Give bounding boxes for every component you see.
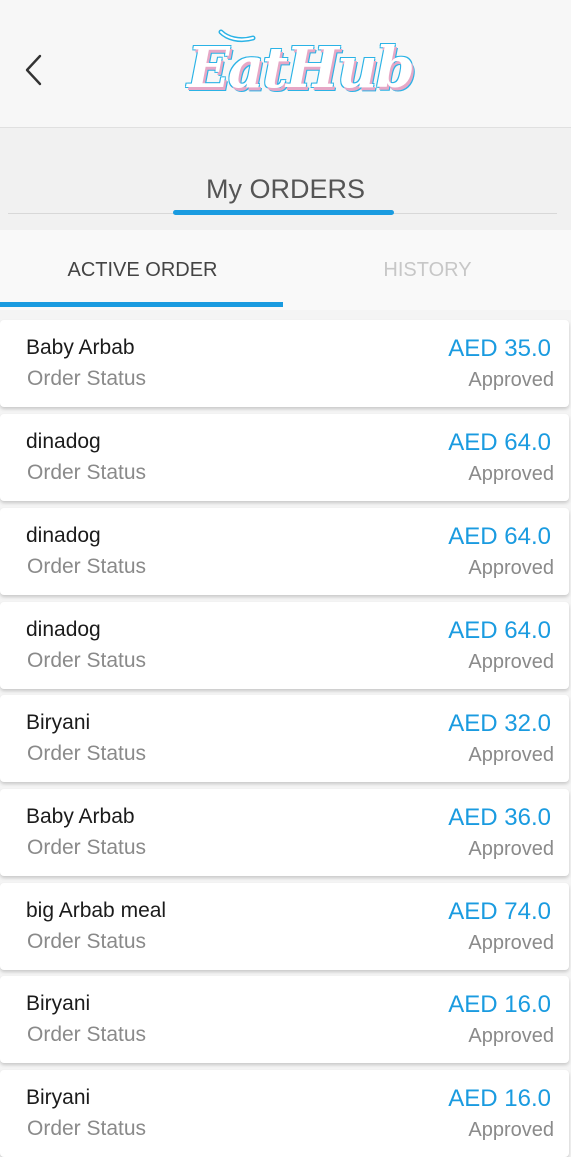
order-status-label: Order Status: [27, 461, 147, 484]
logo-text: EatHub: [187, 35, 415, 101]
order-card[interactable]: Baby Arbab Order Status AED 35.0 Approve…: [0, 320, 569, 407]
order-price: AED 74.0: [448, 898, 551, 925]
order-card[interactable]: dinadog Order Status AED 64.0 Approved: [0, 602, 569, 689]
order-item-name: big Arbab meal: [26, 899, 167, 922]
order-status-label: Order Status: [27, 742, 147, 765]
title-underline: [173, 210, 394, 215]
page-title: My ORDERS: [205, 174, 365, 204]
order-status-value: Approved: [468, 369, 554, 391]
order-status-value: Approved: [468, 463, 554, 485]
order-price: AED 64.0: [448, 617, 551, 644]
order-status-label: Order Status: [27, 836, 147, 859]
order-price: AED 16.0: [448, 1085, 551, 1112]
order-card[interactable]: Baby Arbab Order Status AED 36.0 Approve…: [0, 789, 569, 876]
tab-history[interactable]: HISTORY: [285, 230, 570, 310]
section-header: My ORDERS: [0, 128, 571, 230]
order-status-label: Order Status: [27, 649, 147, 672]
order-item-name: dinadog: [26, 618, 101, 641]
order-price: AED 64.0: [448, 429, 551, 456]
order-card[interactable]: Biryani Order Status AED 32.0 Approved: [0, 695, 569, 782]
order-item-name: dinadog: [26, 430, 101, 453]
order-status-value: Approved: [468, 1119, 554, 1141]
order-item-name: Biryani: [26, 1086, 91, 1109]
order-item-name: Baby Arbab: [26, 336, 135, 359]
order-card[interactable]: Biryani Order Status AED 16.0 Approved: [0, 1070, 569, 1157]
back-button[interactable]: [14, 48, 54, 92]
order-status-label: Order Status: [27, 555, 147, 578]
order-price: AED 64.0: [448, 523, 551, 550]
order-item-name: dinadog: [26, 524, 101, 547]
active-tab-indicator: [0, 302, 283, 307]
order-item-name: Baby Arbab: [26, 805, 135, 828]
order-tabs: ACTIVE ORDER HISTORY: [0, 230, 571, 310]
order-price: AED 32.0: [448, 710, 551, 737]
order-status-value: Approved: [468, 1025, 554, 1047]
order-status-value: Approved: [468, 932, 554, 954]
order-price: AED 35.0: [448, 335, 551, 362]
order-card[interactable]: Biryani Order Status AED 16.0 Approved: [0, 976, 569, 1063]
app-bar: EatHub: [0, 0, 571, 128]
order-price: AED 16.0: [448, 991, 551, 1018]
order-status-value: Approved: [468, 838, 554, 860]
order-card[interactable]: dinadog Order Status AED 64.0 Approved: [0, 508, 569, 595]
order-status-label: Order Status: [27, 367, 147, 390]
tab-active-order[interactable]: ACTIVE ORDER: [0, 230, 285, 310]
order-status-value: Approved: [468, 651, 554, 673]
order-card[interactable]: dinadog Order Status AED 64.0 Approved: [0, 414, 569, 501]
order-status-value: Approved: [468, 557, 554, 579]
order-card[interactable]: big Arbab meal Order Status AED 74.0 App…: [0, 883, 569, 970]
order-status-label: Order Status: [27, 1023, 147, 1046]
order-status-label: Order Status: [27, 930, 147, 953]
chevron-left-icon: [25, 54, 42, 86]
order-price: AED 36.0: [448, 804, 551, 831]
order-item-name: Biryani: [26, 992, 91, 1015]
order-status-value: Approved: [468, 744, 554, 766]
order-item-name: Biryani: [26, 711, 91, 734]
app-logo: EatHub: [187, 22, 415, 114]
order-status-label: Order Status: [27, 1117, 147, 1140]
